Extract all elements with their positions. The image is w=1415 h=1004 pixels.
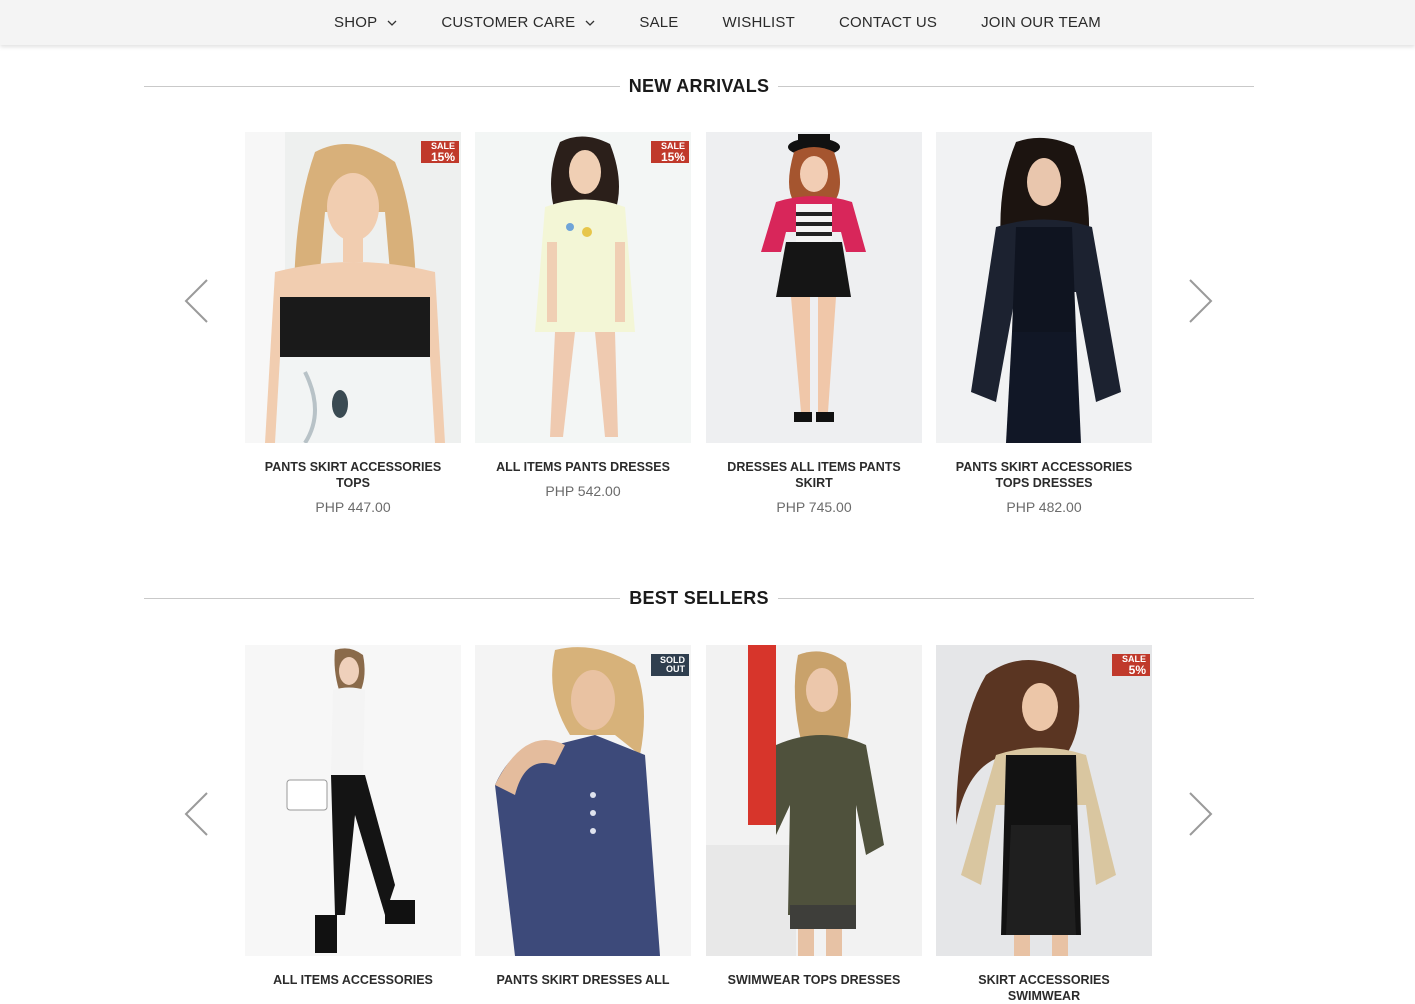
product-card[interactable]: SALE 5% SKIRT ACCESSORIES SWIMWEAR (936, 645, 1152, 1004)
section-title: BEST SELLERS (629, 587, 769, 608)
product-card[interactable]: SALE 15% ALL ITEMS PANTS DRESSES PHP 542… (475, 132, 691, 499)
product-image[interactable]: SALE 15% (475, 132, 691, 443)
nav-item-label: SALE (639, 14, 679, 31)
product-price: PHP 745.00 (776, 499, 852, 515)
product-name[interactable]: PANTS SKIRT ACCESSORIES TOPS DRESSES (936, 459, 1152, 491)
product-card[interactable]: ALL ITEMS ACCESSORIES (245, 645, 461, 988)
chevron-left-icon[interactable] (181, 790, 211, 838)
product-name[interactable]: SWIMWEAR TOPS DRESSES (706, 972, 922, 988)
chevron-right-icon[interactable] (1186, 790, 1216, 838)
nav-item-label: CUSTOMER CARE (441, 14, 576, 31)
nav-item-label: JOIN OUR TEAM (981, 14, 1101, 31)
divider (144, 85, 620, 87)
sale-badge: SALE 15% (651, 141, 689, 163)
product-price: PHP 482.00 (1006, 499, 1082, 515)
product-image[interactable] (706, 132, 922, 443)
sold-out-badge: SOLD OUT (651, 654, 689, 676)
product-image[interactable] (706, 645, 922, 956)
product-name[interactable]: PANTS SKIRT ACCESSORIES TOPS (245, 459, 461, 491)
product-image[interactable] (245, 645, 461, 956)
best-sellers-header: BEST SELLERS (144, 586, 1254, 610)
chevron-down-icon (387, 18, 397, 28)
product-card[interactable]: SALE 15% PANTS SKIRT ACCESSORIES TOPS PH… (245, 132, 461, 515)
chevron-right-icon[interactable] (1186, 277, 1216, 325)
nav-menu: SHOP CUSTOMER CARE SALE WISHLIST CONTACT… (312, 14, 1123, 31)
divider (144, 597, 621, 599)
nav-item-customer-care[interactable]: CUSTOMER CARE (441, 14, 595, 31)
nav-item-shop[interactable]: SHOP (334, 14, 397, 31)
product-image[interactable]: SALE 15% (245, 132, 461, 443)
product-name[interactable]: PANTS SKIRT DRESSES ALL (475, 972, 691, 988)
nav-item-wishlist[interactable]: WISHLIST (723, 14, 795, 31)
divider (778, 85, 1255, 87)
product-price: PHP 447.00 (315, 499, 391, 515)
product-name[interactable]: ALL ITEMS PANTS DRESSES (475, 459, 691, 475)
top-nav-bar: SHOP CUSTOMER CARE SALE WISHLIST CONTACT… (0, 0, 1415, 45)
section-title: NEW ARRIVALS (628, 75, 770, 96)
product-card[interactable]: PANTS SKIRT ACCESSORIES TOPS DRESSES PHP… (936, 132, 1152, 515)
product-image[interactable]: SALE 5% (936, 645, 1152, 956)
nav-item-sale[interactable]: SALE (639, 14, 678, 31)
sale-badge: SALE 15% (421, 141, 459, 163)
nav-item-join-our-team[interactable]: JOIN OUR TEAM (981, 14, 1101, 31)
product-card[interactable]: DRESSES ALL ITEMS PANTS SKIRT PHP 745.00 (706, 132, 922, 515)
nav-item-label: SHOP (334, 14, 378, 31)
sale-badge: SALE 5% (1112, 654, 1150, 676)
product-card[interactable]: SWIMWEAR TOPS DRESSES (706, 645, 922, 988)
product-name[interactable]: SKIRT ACCESSORIES SWIMWEAR (936, 972, 1152, 1004)
nav-item-label: WISHLIST (722, 14, 795, 31)
product-image[interactable]: SOLD OUT (475, 645, 691, 956)
new-arrivals-header: NEW ARRIVALS (144, 74, 1255, 98)
product-price: PHP 542.00 (545, 483, 621, 499)
product-image[interactable] (936, 132, 1152, 443)
product-card[interactable]: SOLD OUT PANTS SKIRT DRESSES ALL (475, 645, 691, 988)
divider (777, 597, 1254, 599)
nav-item-label: CONTACT US (838, 14, 938, 31)
chevron-down-icon (585, 18, 595, 28)
product-name[interactable]: DRESSES ALL ITEMS PANTS SKIRT (706, 459, 922, 491)
nav-item-contact-us[interactable]: CONTACT US (839, 14, 937, 31)
product-name[interactable]: ALL ITEMS ACCESSORIES (245, 972, 461, 988)
chevron-left-icon[interactable] (181, 277, 211, 325)
